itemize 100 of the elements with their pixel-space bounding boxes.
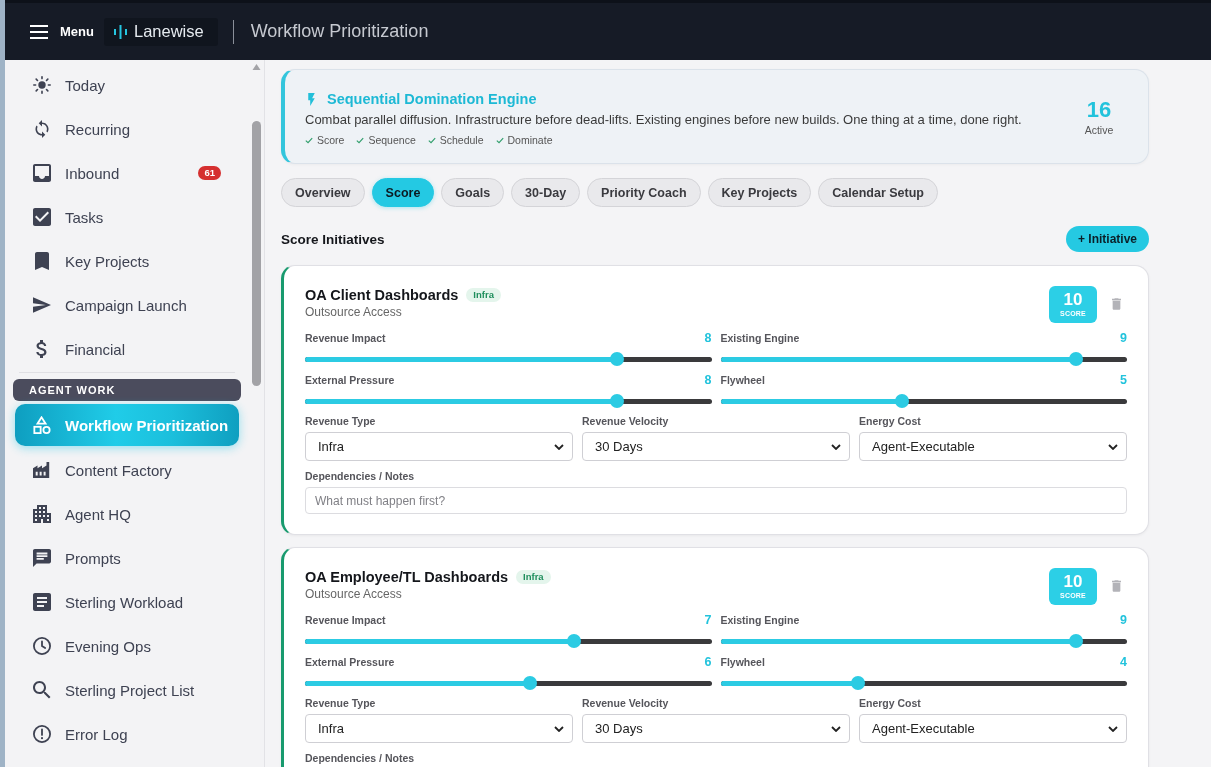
- slider-label: Existing Engine: [720, 614, 800, 626]
- add-initiative-button[interactable]: + Initiative: [1065, 226, 1149, 252]
- field-label: Revenue Type: [305, 696, 377, 710]
- tab[interactable]: Key Projects: [707, 178, 812, 207]
- slider-label: Existing Engine: [720, 332, 800, 344]
- slider-track[interactable]: [305, 393, 712, 409]
- initiative-subtitle: Outsource Access: [305, 586, 403, 602]
- select-field[interactable]: Agent-Executable: [859, 714, 1127, 743]
- nav-item[interactable]: Sterling Workload: [13, 580, 241, 624]
- slider-thumb[interactable]: [1069, 352, 1084, 366]
- slider-track[interactable]: [720, 393, 1127, 409]
- alert-icon: [33, 725, 51, 743]
- section-title: Score Initiatives: [281, 231, 385, 247]
- nav-item[interactable]: Prompts: [13, 536, 241, 580]
- category-tag: Infra: [466, 288, 501, 302]
- chat-icon: [33, 549, 51, 567]
- nav-item[interactable]: Tasks: [13, 195, 241, 239]
- chevron-down-icon: [1108, 725, 1118, 732]
- select-field[interactable]: 30 Days: [582, 432, 850, 461]
- check-label: Dominate: [507, 133, 553, 147]
- slider-thumb[interactable]: [523, 676, 538, 690]
- tab[interactable]: Goals: [441, 178, 505, 207]
- section-header: AGENT WORK: [13, 379, 241, 401]
- nav-item[interactable]: Today: [13, 63, 241, 107]
- field-label: Dependencies / Notes: [305, 751, 416, 765]
- page-title: Workflow Prioritization: [250, 21, 429, 42]
- slider-track[interactable]: [720, 633, 1127, 649]
- check-icon: [495, 136, 504, 144]
- field-label: Energy Cost: [859, 414, 922, 428]
- select-field[interactable]: Infra: [305, 714, 573, 743]
- slider-thumb[interactable]: [610, 394, 625, 408]
- category-tag: Infra: [516, 570, 551, 584]
- check-label: Sequence: [368, 133, 416, 147]
- search-icon: [33, 681, 51, 699]
- tab[interactable]: Calendar Setup: [818, 178, 938, 207]
- slider-label: External Pressure: [305, 656, 395, 668]
- trash-icon: [1112, 298, 1121, 310]
- active-count: 16: [1085, 98, 1113, 122]
- bolt-icon: [308, 92, 315, 106]
- tab[interactable]: 30-Day: [511, 178, 581, 207]
- slider-value: 9: [1120, 331, 1127, 345]
- scrollbar[interactable]: [251, 121, 261, 386]
- trash-icon: [1112, 580, 1121, 592]
- document-icon: [33, 593, 51, 611]
- field-label: Energy Cost: [859, 696, 922, 710]
- logo-icon: [113, 24, 127, 39]
- initiative-title: OA Employee/TL Dashboards: [305, 569, 509, 585]
- nav-item[interactable]: Sterling Project List: [13, 668, 241, 712]
- check-icon: [305, 136, 313, 144]
- slider-value: 5: [1120, 373, 1127, 387]
- logo[interactable]: Lanewise: [103, 17, 218, 46]
- chevron-down-icon: [831, 725, 841, 732]
- menu-button[interactable]: Menu: [30, 24, 94, 39]
- slider-track[interactable]: [720, 351, 1127, 367]
- send-icon: [33, 296, 51, 314]
- field-label: Revenue Type: [305, 414, 377, 428]
- slider-value: 8: [704, 373, 712, 387]
- banner-description: Combat parallel diffusion. Infrastructure before dead-lifts. Existing engines before new builds. One thing at a time, done right.: [305, 111, 1022, 129]
- inbox-icon: [33, 164, 51, 182]
- slider-track[interactable]: [720, 675, 1127, 691]
- active-label: Active: [1083, 124, 1115, 136]
- slider-thumb[interactable]: [566, 634, 581, 648]
- slider-label: External Pressure: [305, 374, 395, 386]
- nav-item[interactable]: Financial: [13, 327, 241, 371]
- checkbox-icon: [33, 208, 51, 226]
- check-label: Score: [317, 133, 345, 147]
- nav-item[interactable]: Key Projects: [13, 239, 241, 283]
- select-field[interactable]: 30 Days: [582, 714, 850, 743]
- slider-track[interactable]: [305, 675, 712, 691]
- select-field[interactable]: Agent-Executable: [859, 432, 1127, 461]
- notes-input[interactable]: What must happen first?: [305, 487, 1127, 514]
- initiative-title: OA Client Dashboards: [305, 287, 459, 303]
- slider-label: Flywheel: [720, 656, 765, 668]
- chevron-down-icon: [554, 725, 564, 732]
- slider-value: 6: [704, 655, 712, 669]
- slider-thumb[interactable]: [851, 676, 866, 690]
- slider-thumb[interactable]: [1069, 634, 1084, 648]
- nav-item[interactable]: Campaign Launch: [13, 283, 241, 327]
- chevron-down-icon: [554, 443, 564, 450]
- shapes-icon: [33, 416, 51, 434]
- tab[interactable]: Priority Coach: [587, 178, 701, 207]
- nav-item[interactable]: Error Log: [13, 712, 241, 756]
- sun-icon: [33, 76, 51, 94]
- slider-thumb[interactable]: [894, 394, 909, 408]
- nav-item[interactable]: Recurring: [13, 107, 241, 151]
- nav-item[interactable]: Inbound 61: [13, 151, 241, 195]
- select-field[interactable]: Infra: [305, 432, 573, 461]
- tab[interactable]: Score: [371, 178, 435, 207]
- slider-track[interactable]: [305, 633, 712, 649]
- slider-track[interactable]: [305, 351, 712, 367]
- slider-thumb[interactable]: [610, 352, 625, 366]
- nav-item[interactable]: Content Factory: [13, 448, 241, 492]
- check-icon: [356, 136, 365, 144]
- building-icon: [33, 505, 51, 523]
- tab[interactable]: Overview: [281, 178, 365, 207]
- nav-item[interactable]: Evening Ops: [13, 624, 241, 668]
- banner-title: Sequential Domination Engine: [327, 91, 537, 107]
- slider-value: 8: [704, 331, 712, 345]
- factory-icon: [33, 461, 51, 479]
- nav-item[interactable]: Agent HQ: [13, 492, 241, 536]
